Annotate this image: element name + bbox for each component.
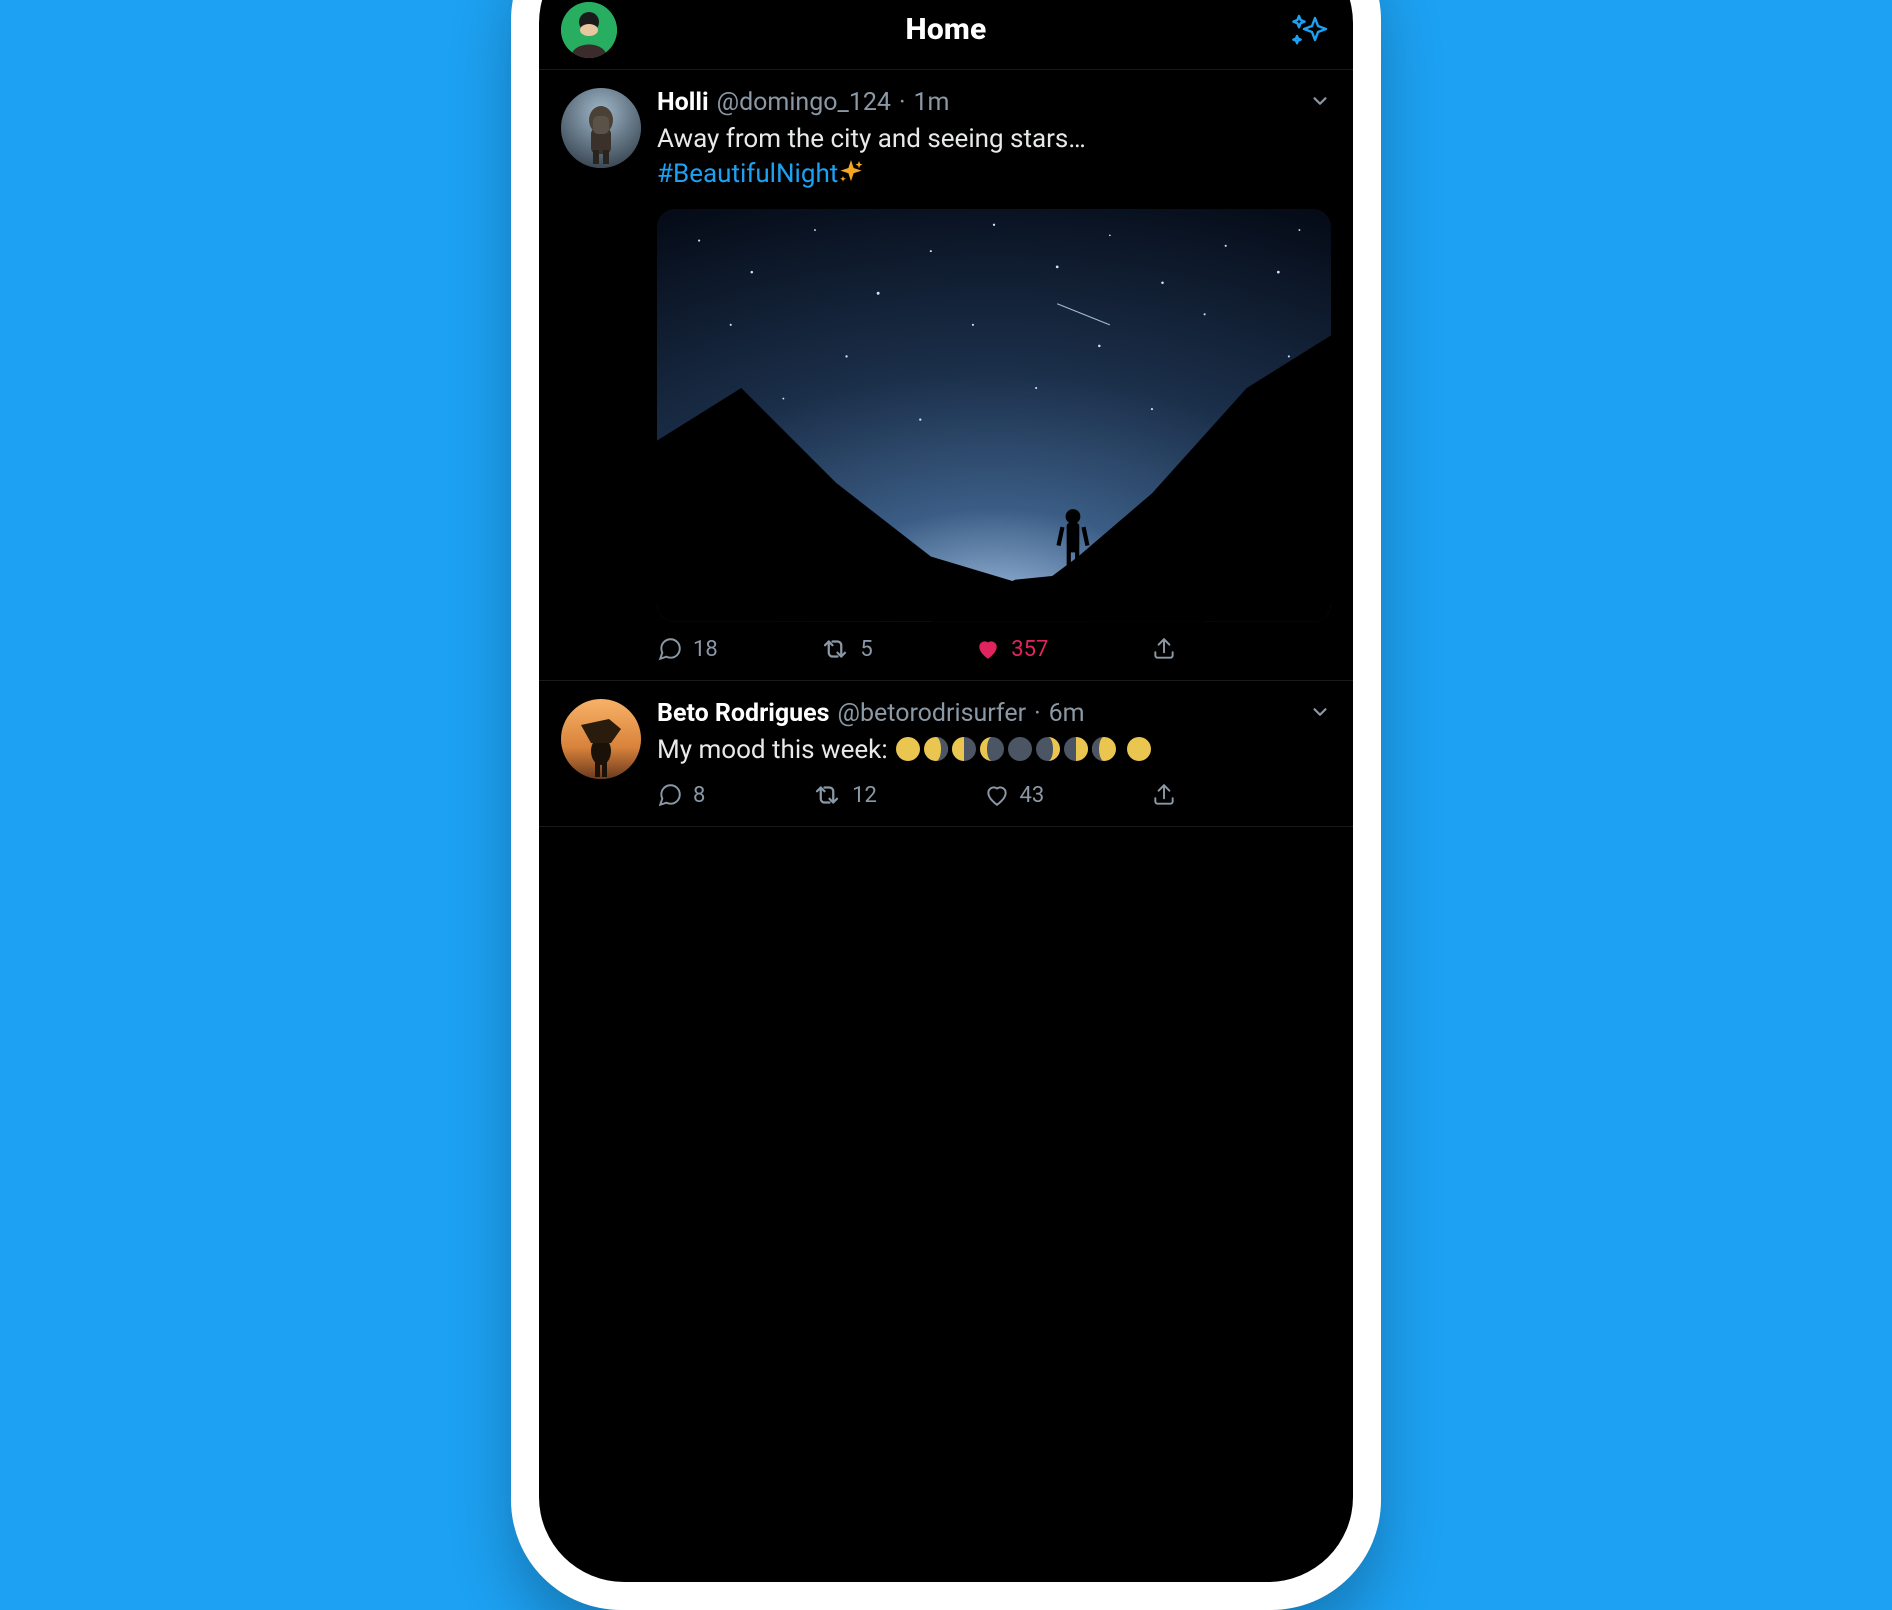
retweet-count: 12	[852, 783, 877, 808]
moon-phase-emojis	[894, 735, 1152, 765]
like-button[interactable]: 43	[984, 782, 1045, 808]
phone-frame: TWTR 9:15 AM 100%	[511, 0, 1381, 1610]
share-icon	[1151, 782, 1177, 808]
screen: TWTR 9:15 AM 100%	[539, 0, 1353, 1582]
tweet-author-handle[interactable]: @domingo_124	[717, 88, 891, 118]
retweet-count: 5	[860, 637, 872, 662]
separator: ·	[899, 88, 906, 118]
heart-icon	[975, 636, 1001, 662]
like-count: 357	[1011, 637, 1048, 662]
share-button[interactable]	[1151, 636, 1177, 662]
tweet[interactable]: Beto Rodrigues @betorodrisurfer · 6m My …	[539, 681, 1353, 827]
retweet-icon	[812, 782, 842, 808]
like-button[interactable]: 357	[975, 636, 1048, 662]
page-title: Home	[905, 12, 986, 47]
reply-icon	[657, 782, 683, 808]
tweet-more-button[interactable]	[1309, 701, 1331, 727]
separator: ·	[1034, 699, 1041, 729]
share-icon	[1151, 636, 1177, 662]
avatar[interactable]	[561, 699, 641, 779]
share-button[interactable]	[1151, 782, 1177, 808]
reply-icon	[657, 636, 683, 662]
tweet-timestamp: 1m	[914, 88, 950, 118]
profile-avatar-button[interactable]	[561, 2, 617, 58]
tweet-author-handle[interactable]: @betorodrisurfer	[838, 699, 1027, 729]
tweet-text: Away from the city and seeing stars… #Be…	[657, 122, 1331, 195]
tweet-actions: 18 5	[657, 636, 1177, 662]
avatar[interactable]	[561, 88, 641, 168]
retweet-button[interactable]: 12	[812, 782, 877, 808]
tweet[interactable]: Holli @domingo_124 · 1m Away from the ci…	[539, 70, 1353, 681]
reply-count: 8	[693, 783, 705, 808]
tweet-timestamp: 6m	[1049, 699, 1085, 729]
tweet-actions: 8 12	[657, 782, 1177, 808]
tweet-author-name[interactable]: Holli	[657, 88, 709, 118]
reply-button[interactable]: 18	[657, 636, 718, 662]
tweet-author-name[interactable]: Beto Rodrigues	[657, 699, 830, 729]
tweet-media[interactable]	[657, 209, 1331, 622]
feed[interactable]: Holli @domingo_124 · 1m Away from the ci…	[539, 70, 1353, 1582]
heart-icon	[984, 782, 1010, 808]
tweet-text: My mood this week:	[657, 733, 1331, 768]
tweet-text-body: My mood this week:	[657, 735, 894, 765]
like-count: 43	[1020, 783, 1045, 808]
retweet-icon	[820, 636, 850, 662]
reply-count: 18	[693, 637, 718, 662]
tweet-more-button[interactable]	[1309, 90, 1331, 116]
sparkles-emoji	[838, 159, 864, 195]
app-header: Home	[539, 0, 1353, 70]
hashtag-link[interactable]: #BeautifulNight	[657, 159, 838, 189]
reply-button[interactable]: 8	[657, 782, 705, 808]
retweet-button[interactable]: 5	[820, 636, 872, 662]
sparkle-icon[interactable]	[1287, 8, 1331, 52]
tweet-text-body: Away from the city and seeing stars…	[657, 124, 1086, 154]
